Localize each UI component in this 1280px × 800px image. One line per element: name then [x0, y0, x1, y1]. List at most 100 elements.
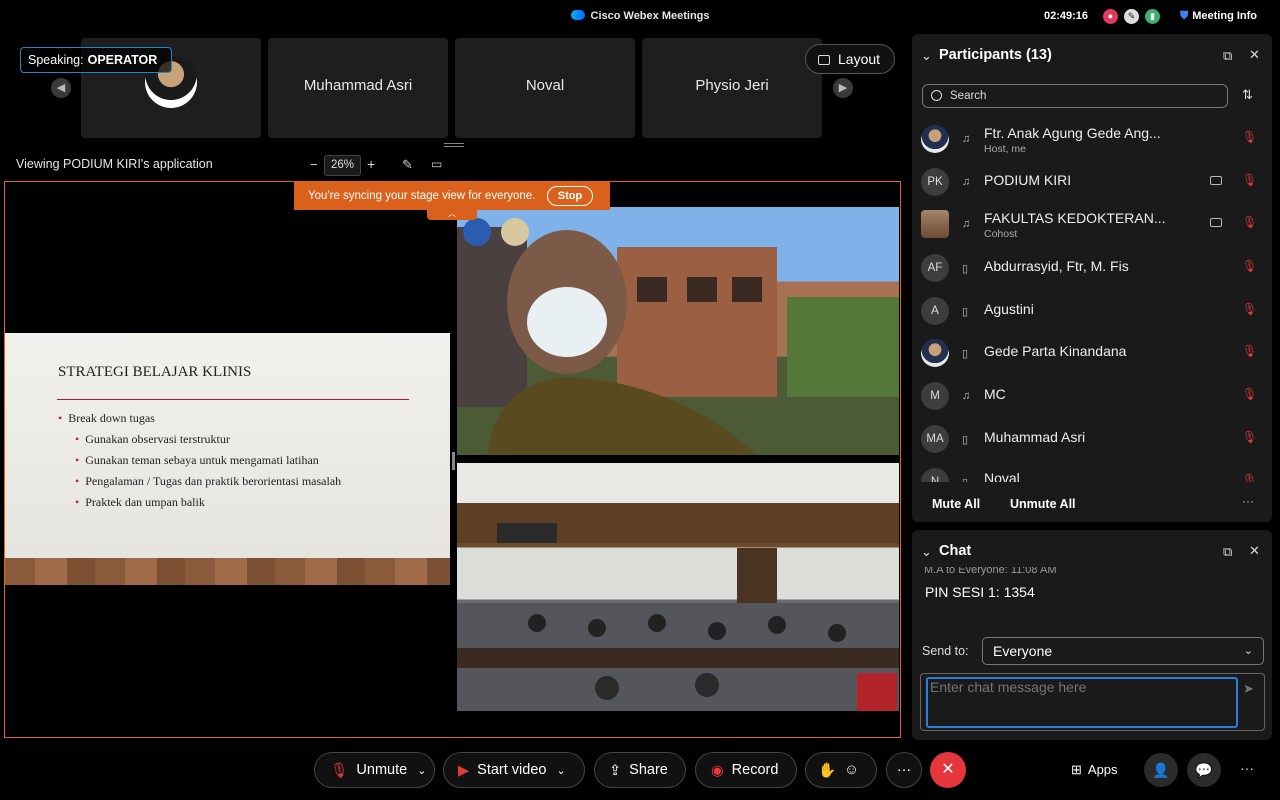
avatar: [921, 339, 949, 367]
participant-row[interactable]: M ♫ MC 🎙: [912, 378, 1272, 420]
annotate-icon[interactable]: ✎: [402, 157, 413, 173]
video-tile[interactable]: Noval: [455, 38, 635, 138]
chat-title: Chat: [939, 543, 972, 559]
pop-out-icon[interactable]: ⧉: [1223, 544, 1232, 560]
participant-row[interactable]: A ▯ Agustini 🎙: [912, 293, 1272, 335]
layout-button[interactable]: Layout: [805, 44, 895, 74]
collapse-chevron-icon[interactable]: ⌄: [921, 544, 932, 560]
split-resize-handle[interactable]: [452, 452, 455, 470]
muted-mic-icon: 🎙: [330, 763, 349, 779]
zoom-in-button[interactable]: +: [367, 156, 375, 172]
chevron-down-icon[interactable]: ⌄: [556, 765, 565, 777]
send-icon[interactable]: ➤: [1243, 681, 1254, 697]
network-health-icon[interactable]: ▮: [1145, 9, 1160, 24]
close-icon: ✕: [941, 761, 955, 778]
participant-row[interactable]: ▯ Gede Parta Kinandana 🎙: [912, 335, 1272, 377]
avatar: A: [921, 297, 949, 325]
audio-icon: ♫: [962, 176, 971, 188]
video-feed-audience: [457, 463, 899, 711]
collapse-chevron-icon[interactable]: ⌄: [921, 48, 932, 64]
pop-out-icon[interactable]: ⧉: [1223, 48, 1232, 64]
strip-next-icon[interactable]: ▶: [833, 78, 853, 98]
video-off-icon: ▶: [458, 763, 470, 779]
reactions-button[interactable]: ✋ ☺: [805, 752, 877, 788]
chevron-down-icon: ⌄: [1243, 645, 1253, 657]
chat-message-meta: M.A to Everyone: 11:08 AM: [924, 567, 1057, 576]
muted-mic-icon[interactable]: 🎙: [1242, 302, 1257, 316]
video-feed-speaker: [457, 207, 899, 455]
raise-hand-icon: ✋: [818, 763, 837, 779]
avatar: M: [921, 382, 949, 410]
muted-mic-icon[interactable]: 🎙: [1242, 430, 1257, 444]
close-icon[interactable]: ✕: [1249, 47, 1260, 63]
leave-meeting-button[interactable]: ✕: [930, 752, 966, 788]
stop-sync-button[interactable]: Stop: [547, 186, 593, 206]
chevron-down-icon[interactable]: ⌄: [417, 765, 426, 777]
chat-message-input[interactable]: [926, 677, 1238, 728]
more-options-icon[interactable]: ···: [1242, 494, 1254, 508]
collapse-banner-icon[interactable]: ︿: [427, 210, 477, 220]
more-panels-icon[interactable]: ···: [1240, 760, 1254, 776]
meeting-timer: 02:49:16: [1044, 10, 1089, 22]
more-options-button[interactable]: ···: [886, 752, 922, 788]
unmute-all-button[interactable]: Unmute All: [1010, 497, 1076, 511]
avatar: [921, 125, 949, 153]
strip-prev-icon[interactable]: ◀: [51, 78, 71, 98]
viewing-status: Viewing PODIUM KIRI's application: [16, 157, 213, 171]
meeting-info-button[interactable]: ⛊ Meeting Info: [1180, 10, 1257, 23]
video-tile[interactable]: Physio Jeri: [642, 38, 822, 138]
speaker-video-image: [457, 218, 899, 455]
start-video-button[interactable]: ▶ Start video ⌄: [443, 752, 585, 788]
avatar: [921, 210, 949, 238]
zoom-out-button[interactable]: −: [310, 157, 318, 172]
tools-icon[interactable]: ✎: [1124, 9, 1139, 24]
phone-icon: ▯: [962, 434, 969, 446]
slide-bullet: • Gunakan teman sebaya untuk mengamati la…: [75, 453, 319, 467]
record-icon: ◉: [711, 763, 724, 779]
muted-mic-icon[interactable]: 🎙: [1242, 473, 1257, 482]
participant-row[interactable]: MA ▯ Muhammad Asri 🎙: [912, 421, 1272, 463]
participant-row[interactable]: AF ▯ Abdurrasyid, Ftr, M. Fis 🎙: [912, 250, 1272, 292]
active-speaker-label: Speaking: OPERATOR: [20, 47, 173, 73]
camera-icon: [1210, 218, 1222, 227]
muted-mic-icon[interactable]: 🎙: [1242, 130, 1257, 144]
unmute-button[interactable]: 🎙 Unmute ⌄: [314, 752, 435, 788]
record-button[interactable]: ◉ Record: [695, 752, 797, 788]
presentation-slide: STRATEGI BELAJAR KLINIS • Break down tuga…: [5, 333, 450, 558]
phone-icon: ▯: [962, 263, 969, 275]
close-icon[interactable]: ✕: [1249, 543, 1260, 559]
chat-toggle-button[interactable]: 💬: [1187, 753, 1221, 787]
recording-indicator-icon: ●: [1103, 9, 1118, 24]
muted-mic-icon[interactable]: 🎙: [1242, 173, 1257, 187]
mute-all-button[interactable]: Mute All: [932, 497, 980, 511]
participant-row[interactable]: ♫ Ftr. Anak Agung Gede Ang... Host, me 🎙: [912, 121, 1272, 163]
share-button[interactable]: ⇪ Share: [594, 752, 686, 788]
participant-search-input[interactable]: Search: [922, 84, 1228, 108]
remote-control-icon[interactable]: ▭: [431, 157, 442, 171]
participants-toggle-button[interactable]: 👤: [1144, 753, 1178, 787]
participant-row[interactable]: PK ♫ PODIUM KIRI 🎙: [912, 164, 1272, 206]
muted-mic-icon[interactable]: 🎙: [1242, 215, 1257, 229]
zoom-level[interactable]: 26%: [324, 155, 361, 176]
slide-bullet: • Break down tugas: [58, 411, 155, 425]
people-icon: 👤: [1152, 762, 1170, 778]
muted-mic-icon[interactable]: 🎙: [1242, 344, 1257, 358]
muted-mic-icon[interactable]: 🎙: [1242, 259, 1257, 273]
muted-mic-icon[interactable]: 🎙: [1242, 387, 1257, 401]
video-tile[interactable]: Muhammad Asri: [268, 38, 448, 138]
emoji-icon: ☺: [844, 762, 859, 778]
audio-icon: ♫: [962, 390, 971, 402]
send-to-select[interactable]: Everyone ⌄: [982, 637, 1264, 665]
apps-button[interactable]: ⊞ Apps: [1071, 762, 1118, 778]
sort-icon[interactable]: ⇅: [1242, 87, 1253, 103]
participant-row[interactable]: N ▯ Noval 🎙: [912, 464, 1272, 482]
webex-logo-icon: [570, 10, 585, 20]
avatar: N: [921, 468, 949, 482]
phone-icon: ▯: [962, 306, 969, 318]
avatar: MA: [921, 425, 949, 453]
layout-icon: [818, 55, 830, 65]
send-to-label: Send to:: [922, 644, 969, 658]
participant-row[interactable]: ♫ FAKULTAS KEDOKTERAN... Cohost 🎙: [912, 206, 1272, 248]
resize-handle[interactable]: [444, 143, 464, 147]
audio-icon: ♫: [962, 218, 971, 230]
